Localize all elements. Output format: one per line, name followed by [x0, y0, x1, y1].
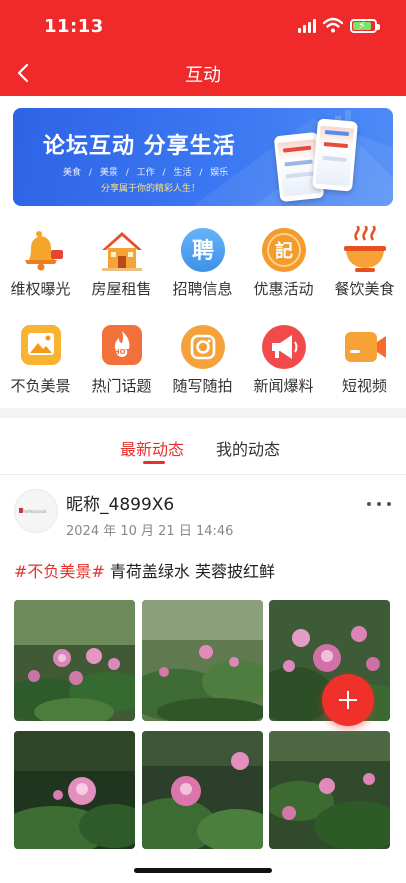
banner-tags: 美食 / 美景 / 工作 / 生活 / 娱乐	[63, 165, 233, 178]
svg-text:聘: 聘	[192, 239, 214, 264]
phone-mockup-illustration	[312, 118, 358, 192]
camera-icon	[181, 325, 225, 369]
banner-tag-separator: /	[162, 168, 166, 178]
home-indicator	[134, 868, 272, 873]
post-photo[interactable]	[14, 731, 135, 849]
category-label: 热门话题	[91, 377, 152, 395]
coupon-icon: 記	[262, 228, 306, 272]
create-post-button[interactable]	[322, 674, 374, 726]
category-rights-exposure[interactable]: 维权曝光	[0, 226, 81, 306]
video-icon	[345, 332, 386, 362]
avatar-logo-text: Professional	[22, 509, 47, 514]
wifi-icon	[323, 17, 343, 33]
food-bowl-icon	[344, 226, 386, 272]
banner-tag-separator: /	[88, 168, 92, 178]
category-short-video[interactable]: 短视频	[324, 323, 405, 403]
house-icon	[102, 232, 142, 271]
nav-bar: 互动	[0, 50, 406, 96]
cellular-signal-icon	[298, 19, 318, 33]
banner-tag: 美景	[99, 168, 118, 178]
post-photo[interactable]	[14, 600, 135, 721]
banner-tag: 美食	[63, 168, 82, 178]
post-photo[interactable]	[269, 731, 390, 849]
category-label: 优惠活动	[253, 280, 314, 298]
category-label: 招聘信息	[172, 280, 233, 298]
category-label: 不负美景	[10, 377, 71, 395]
tab-my-feed[interactable]: 我的动态	[216, 436, 280, 460]
category-house-rental[interactable]: 房屋租售	[81, 226, 162, 306]
post-photo[interactable]	[142, 600, 263, 721]
banner-title: 论坛互动 分享生活	[43, 134, 236, 159]
category-news-tips[interactable]: 新闻爆料	[243, 323, 324, 403]
post-content: #不负美景# 青荷盖绿水 芙蓉披红鲜	[14, 558, 275, 582]
page-title: 互动	[185, 65, 221, 86]
landscape-icon	[21, 325, 61, 365]
post-text: 青荷盖绿水 芙蓉披红鲜	[104, 562, 276, 581]
post-timestamp: 2024 年 10 月 21 日 14:46	[66, 524, 234, 539]
battery-icon: ⚡	[350, 19, 380, 33]
status-time: 11:13	[44, 16, 104, 37]
category-food-dining[interactable]: 餐饮美食	[324, 226, 405, 306]
section-divider	[0, 408, 406, 418]
category-label: 房屋租售	[91, 280, 152, 298]
category-scenery[interactable]: 不负美景	[0, 323, 81, 403]
post-photo[interactable]	[142, 731, 263, 849]
category-grid-row: 维权曝光 房屋租售 聘 招聘信息 記 优惠活动 餐饮美食	[0, 226, 406, 306]
category-label: 餐饮美食	[334, 280, 395, 298]
banner-tag: 娱乐	[210, 168, 229, 178]
post-author-name[interactable]: 昵称_4899X6	[66, 490, 174, 515]
banner-tag-separator: /	[125, 168, 129, 178]
category-promotions[interactable]: 記 优惠活动	[243, 226, 324, 306]
recruit-icon: 聘	[181, 228, 225, 272]
active-tab-indicator	[143, 461, 165, 464]
banner-subtitle: 分享属于你的精彩人生！	[101, 184, 201, 194]
tab-latest-feed[interactable]: 最新动态	[120, 436, 184, 460]
category-snapshots[interactable]: 随写随拍	[162, 323, 243, 403]
megaphone-icon	[262, 325, 306, 369]
banner-tag: 生活	[173, 168, 192, 178]
category-recruitment[interactable]: 聘 招聘信息	[162, 226, 243, 306]
banner-tag: 工作	[136, 168, 155, 178]
hot-topic-icon: HOT	[102, 325, 142, 365]
category-label: 短视频	[341, 377, 387, 395]
feed-tabs: 最新动态 我的动态	[0, 418, 406, 474]
category-grid-row: 不负美景 HOT 热门话题 随写随拍 新闻爆料 短视频	[0, 323, 406, 403]
banner-tag-separator: /	[199, 168, 203, 178]
category-label: 随写随拍	[172, 377, 233, 395]
svg-text:記: 記	[275, 240, 293, 262]
post-hashtag[interactable]: #不负美景#	[14, 562, 105, 581]
svg-text:HOT: HOT	[114, 348, 131, 356]
forum-banner[interactable]: 论坛互动 分享生活 美食 / 美景 / 工作 / 生活 / 娱乐 分享属于你的精…	[13, 108, 393, 206]
avatar[interactable]: Professional	[14, 489, 58, 533]
more-options-icon[interactable]	[364, 497, 394, 511]
category-hot-topics[interactable]: HOT 热门话题	[81, 323, 162, 403]
status-bar: 11:13 ⚡	[0, 0, 406, 50]
category-label: 新闻爆料	[253, 377, 314, 395]
bell-icon	[25, 231, 63, 271]
tabs-divider	[0, 474, 406, 475]
category-label: 维权曝光	[10, 280, 71, 298]
